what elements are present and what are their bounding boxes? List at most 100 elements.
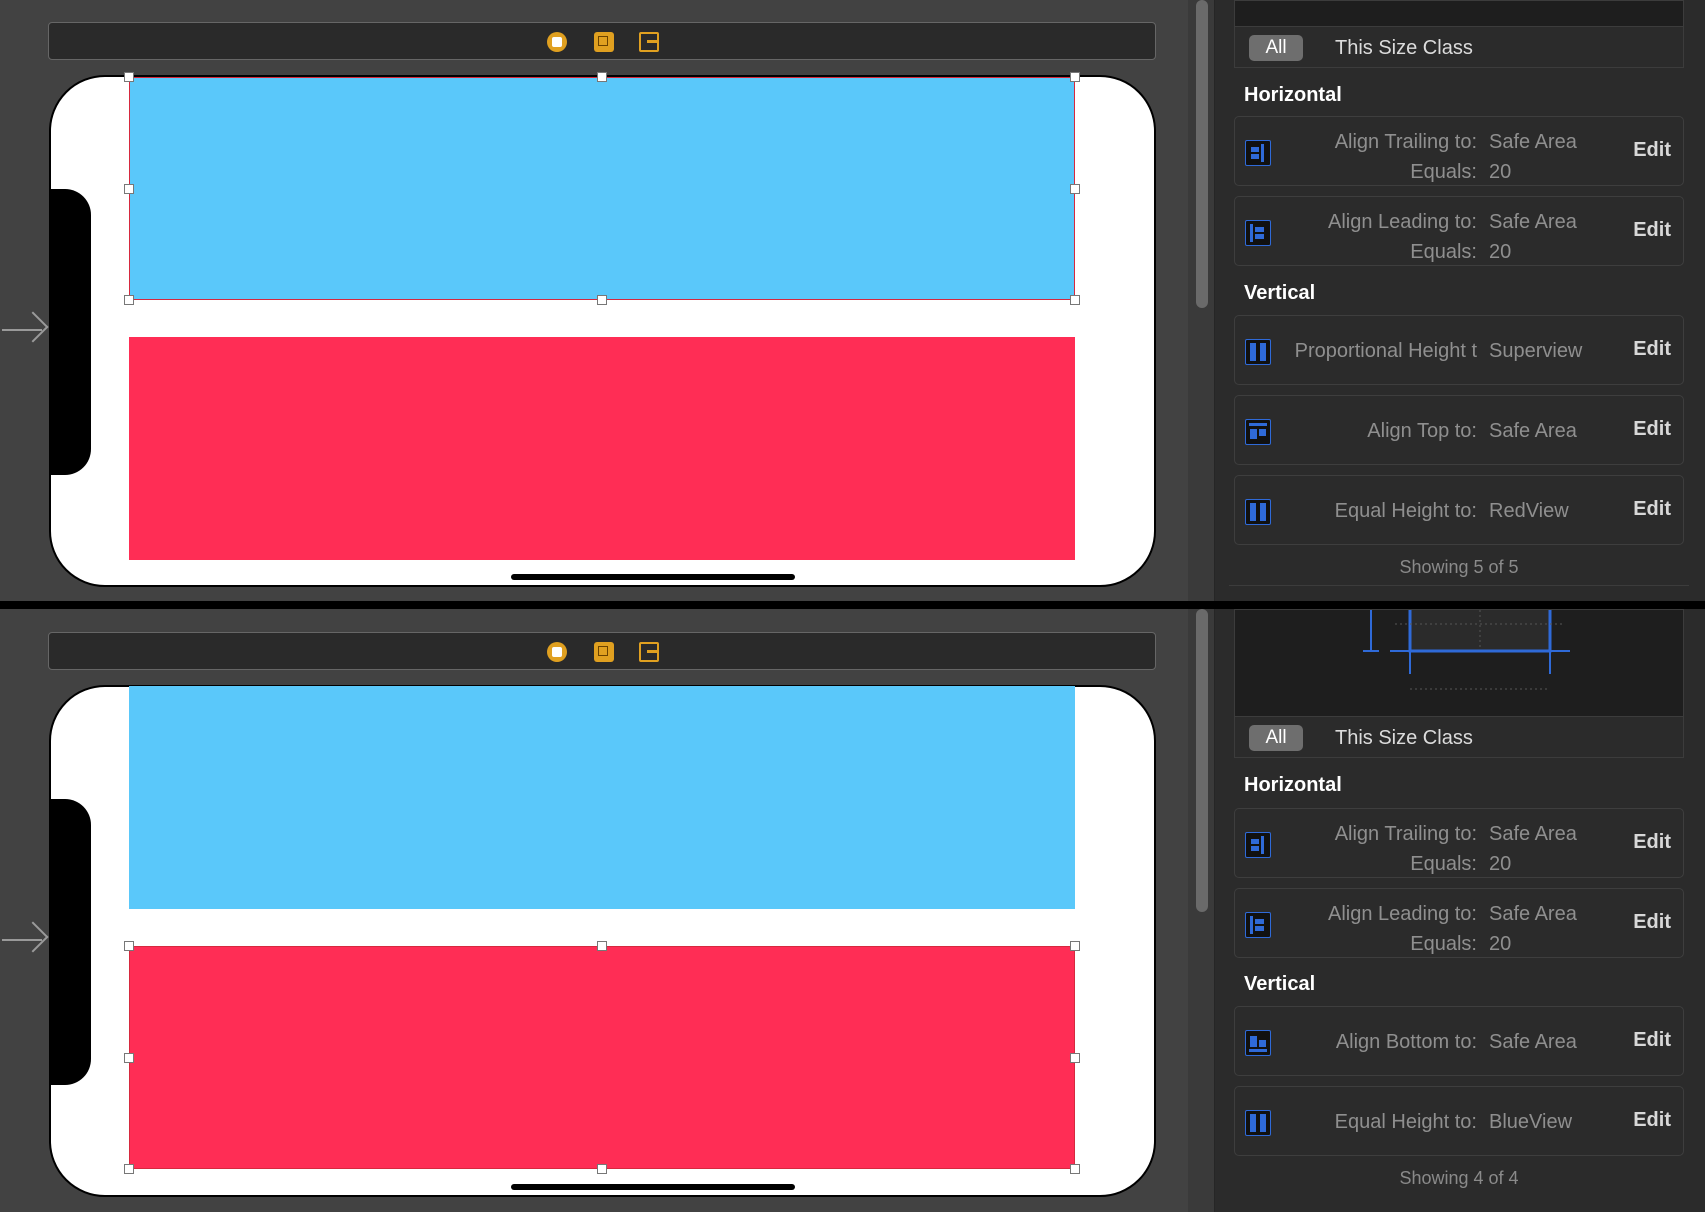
edit-button[interactable]: Edit bbox=[1633, 498, 1671, 521]
section-vertical: Vertical bbox=[1244, 973, 1316, 995]
panel-divider bbox=[0, 601, 1705, 609]
constraint-value: Safe Area bbox=[1489, 420, 1577, 442]
size-class-selector: All This Size Class bbox=[1234, 26, 1684, 68]
size-class-selector: All This Size Class bbox=[1234, 716, 1684, 758]
constraint-row[interactable]: Align Top to: Safe Area Edit bbox=[1234, 395, 1684, 465]
section-horizontal: Horizontal bbox=[1244, 774, 1342, 796]
constraint-label: Proportional Height t bbox=[1294, 340, 1477, 362]
resize-handle-left[interactable] bbox=[124, 1053, 134, 1063]
section-horizontal: Horizontal bbox=[1244, 84, 1342, 106]
constraint-label: Align Trailing to: bbox=[1334, 823, 1477, 845]
constraint-value: Safe Area bbox=[1489, 823, 1577, 845]
constraint-label: Align Top to: bbox=[1367, 420, 1477, 442]
constraint-label: Equals: bbox=[1410, 933, 1477, 955]
align-leading-icon bbox=[1245, 912, 1271, 938]
first-responder-icon[interactable] bbox=[594, 642, 614, 662]
constraint-row[interactable]: Equal Height to: BlueView Edit bbox=[1234, 1086, 1684, 1156]
constraint-label: Align Trailing to: bbox=[1334, 131, 1477, 153]
edit-button[interactable]: Edit bbox=[1633, 1109, 1671, 1132]
home-indicator bbox=[511, 1184, 795, 1190]
edit-button[interactable]: Edit bbox=[1633, 139, 1671, 162]
segment-all[interactable]: All bbox=[1249, 725, 1303, 751]
constraint-label: Equal Height to: bbox=[1334, 500, 1477, 522]
storyboard-canvas[interactable] bbox=[0, 609, 1188, 1212]
resize-handle-top-left[interactable] bbox=[124, 72, 134, 82]
constraint-row[interactable]: Align Bottom to: Safe Area Edit bbox=[1234, 1006, 1684, 1076]
resize-handle-top-left[interactable] bbox=[124, 941, 134, 951]
segment-this-size-class[interactable]: This Size Class bbox=[1335, 725, 1473, 751]
constraint-row[interactable]: Equal Height to: RedView Edit bbox=[1234, 475, 1684, 545]
edit-button[interactable]: Edit bbox=[1633, 418, 1671, 441]
constraint-value: RedView bbox=[1489, 500, 1569, 522]
resize-handle-bottom-right[interactable] bbox=[1070, 1164, 1080, 1174]
editor-panel-bottom: All This Size Class Horizontal Align Tra… bbox=[0, 609, 1705, 1212]
align-trailing-icon bbox=[1245, 832, 1271, 858]
red-view[interactable] bbox=[129, 337, 1075, 560]
constraint-value: Safe Area bbox=[1489, 1031, 1577, 1053]
canvas-scrollbar[interactable] bbox=[1188, 0, 1215, 601]
entry-point-arrow-icon[interactable] bbox=[2, 310, 49, 350]
scrollbar-thumb[interactable] bbox=[1196, 609, 1208, 912]
edit-button[interactable]: Edit bbox=[1633, 219, 1671, 242]
align-bottom-icon bbox=[1245, 1030, 1271, 1056]
scrollbar-thumb[interactable] bbox=[1196, 0, 1208, 308]
blue-view[interactable] bbox=[129, 686, 1075, 909]
constraint-value: 20 bbox=[1489, 933, 1512, 955]
device-notch bbox=[51, 189, 91, 475]
resize-handle-bottom-left[interactable] bbox=[124, 1164, 134, 1174]
editor-panel-top: All This Size Class Horizontal Align Tra… bbox=[0, 0, 1705, 601]
size-inspector: All This Size Class Horizontal Align Tra… bbox=[1215, 0, 1705, 601]
resize-handle-top-right[interactable] bbox=[1070, 941, 1080, 951]
resize-handle-left[interactable] bbox=[124, 184, 134, 194]
resize-handle-top[interactable] bbox=[597, 941, 607, 951]
resize-handle-bottom[interactable] bbox=[597, 295, 607, 305]
canvas-scrollbar[interactable] bbox=[1188, 609, 1215, 1212]
constraint-preview bbox=[1234, 609, 1684, 717]
constraint-row[interactable]: Align Trailing to: Safe Area Equals: 20 Ed… bbox=[1234, 808, 1684, 878]
scene-dock bbox=[48, 22, 1156, 60]
resize-handle-bottom-left[interactable] bbox=[124, 295, 134, 305]
constraint-label: Equals: bbox=[1410, 853, 1477, 875]
segment-this-size-class[interactable]: This Size Class bbox=[1335, 35, 1473, 61]
constraint-label: Align Leading to: bbox=[1327, 211, 1477, 233]
edit-button[interactable]: Edit bbox=[1633, 831, 1671, 854]
equal-height-icon bbox=[1245, 1110, 1271, 1136]
home-indicator bbox=[511, 574, 795, 580]
blue-view[interactable] bbox=[129, 77, 1075, 300]
edit-button[interactable]: Edit bbox=[1633, 1029, 1671, 1052]
resize-handle-bottom-right[interactable] bbox=[1070, 295, 1080, 305]
showing-count: Showing 5 of 5 bbox=[1399, 557, 1519, 577]
resize-handle-top-right[interactable] bbox=[1070, 72, 1080, 82]
resize-handle-right[interactable] bbox=[1070, 1053, 1080, 1063]
resize-handle-right[interactable] bbox=[1070, 184, 1080, 194]
segment-all[interactable]: All bbox=[1249, 35, 1303, 61]
constraint-label: Equals: bbox=[1410, 161, 1477, 183]
edit-button[interactable]: Edit bbox=[1633, 338, 1671, 361]
section-vertical: Vertical bbox=[1244, 282, 1316, 304]
constraint-row[interactable]: Align Trailing to: Safe Area Equals: 20 Ed… bbox=[1234, 116, 1684, 186]
view-controller-icon[interactable] bbox=[547, 32, 567, 52]
exit-icon[interactable] bbox=[639, 642, 659, 662]
constraint-value: Safe Area bbox=[1489, 131, 1577, 153]
resize-handle-bottom[interactable] bbox=[597, 1164, 607, 1174]
align-leading-icon bbox=[1245, 220, 1271, 246]
constraint-row[interactable]: Proportional Height t Superview Edit bbox=[1234, 315, 1684, 385]
constraint-value: 20 bbox=[1489, 161, 1512, 183]
entry-point-arrow-icon[interactable] bbox=[2, 920, 49, 960]
showing-count: Showing 4 of 4 bbox=[1399, 1168, 1519, 1188]
red-view[interactable] bbox=[129, 946, 1075, 1169]
storyboard-canvas[interactable] bbox=[0, 0, 1188, 601]
equal-height-icon bbox=[1245, 499, 1271, 525]
edit-button[interactable]: Edit bbox=[1633, 911, 1671, 934]
view-controller-icon[interactable] bbox=[547, 642, 567, 662]
constraint-row[interactable]: Align Leading to: Safe Area Equals: 20 Edi… bbox=[1234, 888, 1684, 958]
scene-dock bbox=[48, 632, 1156, 670]
constraint-label: Equal Height to: bbox=[1334, 1111, 1477, 1133]
first-responder-icon[interactable] bbox=[594, 32, 614, 52]
constraint-label: Align Leading to: bbox=[1327, 903, 1477, 925]
resize-handle-top[interactable] bbox=[597, 72, 607, 82]
constraint-value: Superview bbox=[1489, 340, 1583, 362]
size-inspector: All This Size Class Horizontal Align Tra… bbox=[1215, 609, 1705, 1212]
constraint-row[interactable]: Align Leading to: Safe Area Equals: 20 Edi… bbox=[1234, 196, 1684, 266]
exit-icon[interactable] bbox=[639, 32, 659, 52]
